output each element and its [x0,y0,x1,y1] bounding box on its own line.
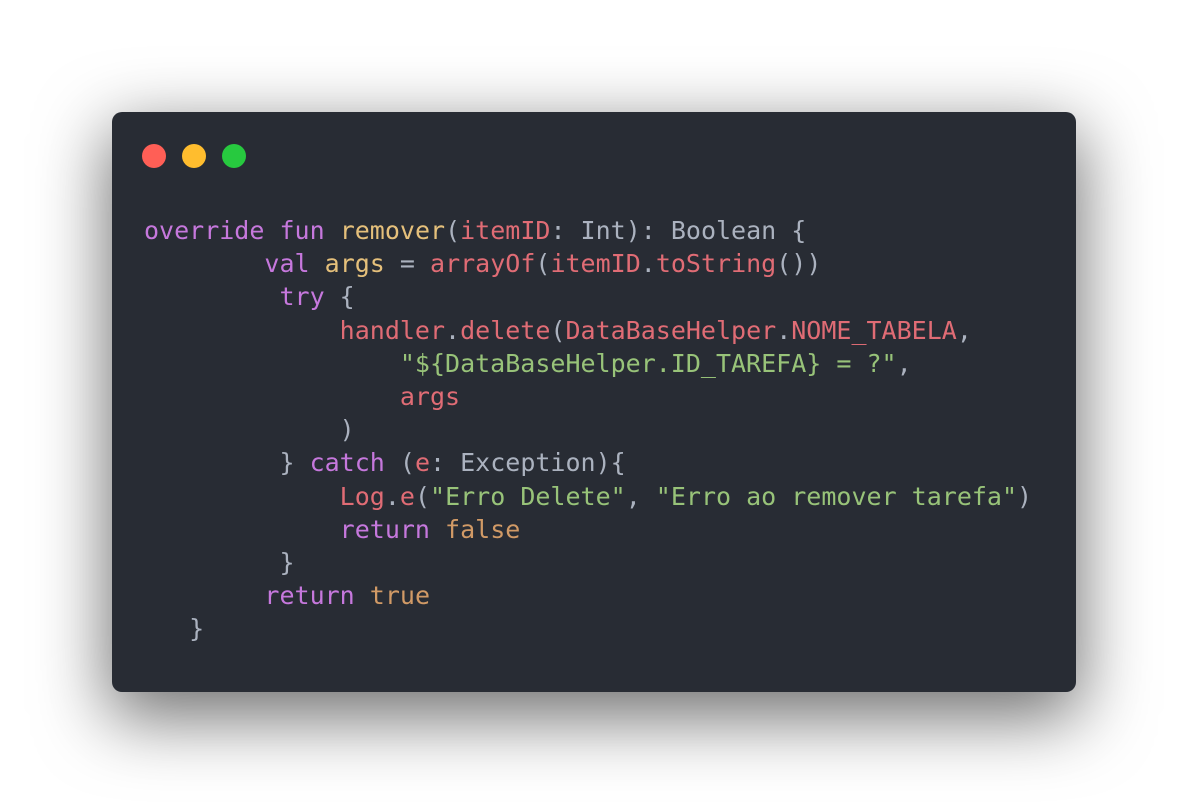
punctuation-token: ( [550,315,566,345]
keyword-token: return [339,514,430,544]
punctuation-token: ( [445,216,461,245]
close-dot-icon [142,144,166,168]
indent-token [144,282,279,311]
code-line-6: args [144,380,1032,413]
punctuation-token: , [956,315,972,345]
variable-name-token: args [324,249,385,279]
punctuation-token: . [640,249,656,279]
identifier-token: arrayOf [430,249,536,279]
code-line-9: Log.e("Erro Delete", "Erro ao remover ta… [144,480,1032,513]
code-line-11: } [144,546,1032,579]
keyword-token: return [264,581,355,611]
identifier-token: Log [339,481,385,511]
indent-token [144,548,279,577]
indent-token [144,249,264,278]
plain-token: : Exception){ [430,448,626,478]
identifier-token: NOME_TABELA [791,315,957,345]
code-line-7: ) [144,413,1032,446]
indent-token [144,349,400,378]
indent-token [144,382,400,411]
indent-token [144,515,340,544]
identifier-token: itemID [550,249,641,279]
punctuation-token: ( [535,249,551,279]
code-line-5: "${DataBaseHelper.ID_TAREFA} = ?", [144,347,1032,380]
window-controls [142,144,246,168]
identifier-token: e [399,481,415,511]
punctuation-token: . [776,315,792,345]
keyword-token: fun [279,216,325,245]
literal-token: true [369,581,431,611]
code-line-1: override fun remover(itemID: Int): Boole… [144,214,1032,247]
punctuation-token: , [896,348,912,378]
function-name-token: remover [339,216,446,245]
indent-token [144,316,340,345]
punctuation-token: . [384,481,400,511]
keyword-token: override [144,216,265,245]
literal-token: false [445,514,521,544]
punctuation-token: } [279,547,295,577]
identifier-token: args [399,381,461,411]
indent-token [144,448,279,477]
maximize-dot-icon [222,144,246,168]
identifier-token: e [414,448,431,478]
punctuation-token: } [279,448,310,478]
punctuation-token: ( [414,481,431,511]
code-line-2: val args = arrayOf(itemID.toString()) [144,247,1032,280]
operator-token: = [384,249,431,279]
code-line-13: } [144,612,1032,645]
code-line-10: return false [144,513,1032,546]
page-background: override fun remover(itemID: Int): Boole… [0,0,1188,804]
code-window: override fun remover(itemID: Int): Boole… [112,112,1076,692]
punctuation-token: ) [339,415,355,445]
punctuation-token: , [625,481,656,511]
indent-token [144,614,189,643]
punctuation-token: ()) [776,249,822,279]
punctuation-token: ) [1017,481,1033,511]
string-token: "Erro ao remover tarefa" [655,481,1018,511]
code-line-8: } catch (e: Exception){ [144,446,1032,479]
identifier-token: DataBaseHelper [565,315,777,345]
keyword-token: try [279,282,325,312]
indent-token [144,482,340,511]
punctuation-token: { [324,282,355,312]
identifier-token: toString [655,249,777,279]
identifier-token: itemID [460,216,551,245]
code-line-4: handler.delete(DataBaseHelper.NOME_TABEL… [144,314,1032,347]
punctuation-token: . [445,315,461,345]
code-line-12: return true [144,579,1032,612]
string-token: "${DataBaseHelper.ID_TAREFA} = ?" [399,348,897,378]
string-token: "Erro Delete" [430,481,626,511]
indent-token [144,581,264,610]
punctuation-token: ( [384,448,415,478]
keyword-token: catch [309,448,385,478]
code-block: override fun remover(itemID: Int): Boole… [144,214,1032,645]
identifier-token: handler [339,315,446,345]
code-line-3: try { [144,280,1032,313]
plain-token: : Int): Boolean { [550,216,807,245]
identifier-token: delete [460,315,551,345]
keyword-token: val [264,249,310,279]
indent-token [144,415,340,444]
minimize-dot-icon [182,144,206,168]
punctuation-token: } [189,614,205,644]
